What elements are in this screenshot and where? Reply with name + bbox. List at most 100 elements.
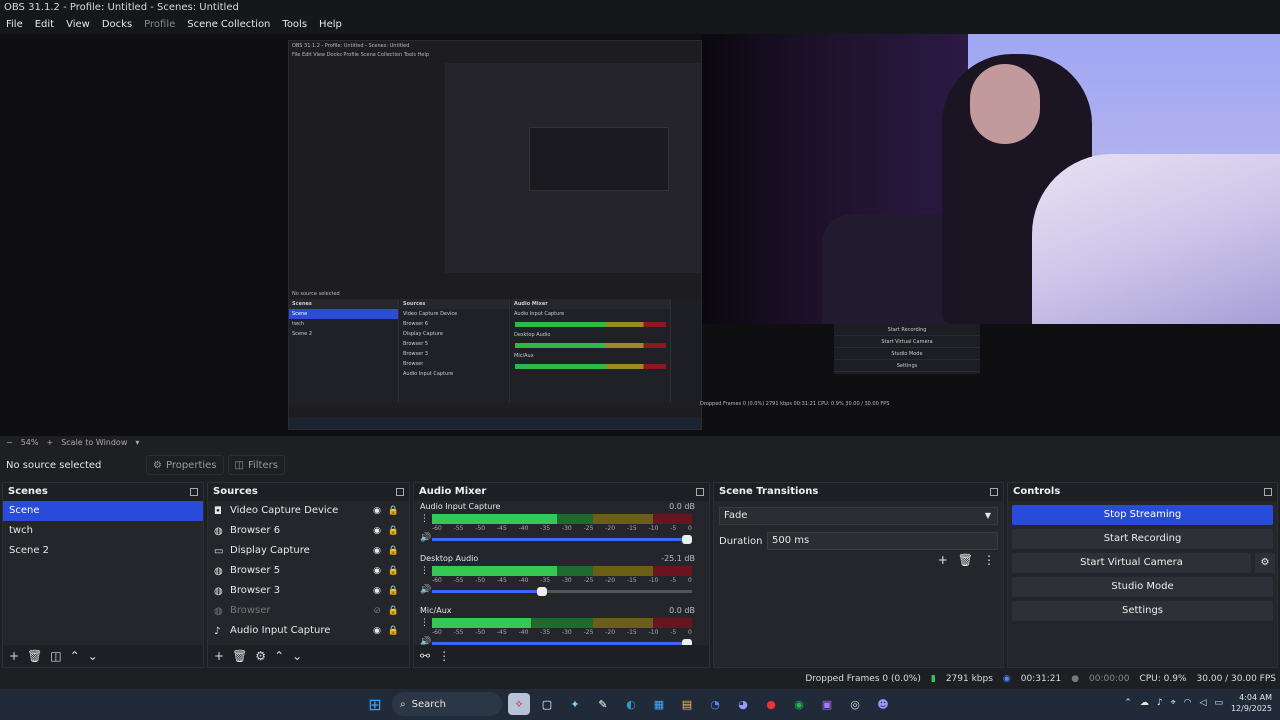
- source-item[interactable]: ♪ Audio Input Capture ◉ 🔒: [208, 621, 409, 641]
- start-recording-button[interactable]: Start Recording: [1012, 529, 1273, 549]
- undock-icon[interactable]: [1264, 488, 1272, 496]
- app-icon[interactable]: ▣: [816, 693, 838, 715]
- speaker-icon[interactable]: 🔊: [420, 533, 431, 543]
- link-icon[interactable]: ⚯: [420, 649, 430, 663]
- move-down-icon[interactable]: ⌄: [88, 649, 98, 663]
- chevron-down-icon[interactable]: ▾: [135, 436, 139, 450]
- lock-icon[interactable]: 🔒: [388, 566, 399, 576]
- menu-scene-collection[interactable]: Scene Collection: [181, 16, 276, 34]
- source-item[interactable]: ◍ Browser 3 ◉ 🔒: [208, 581, 409, 601]
- task-view-icon[interactable]: ▢: [536, 693, 558, 715]
- source-item[interactable]: ◍ Browser ⊘ 🔒: [208, 601, 409, 621]
- move-down-icon[interactable]: ⌄: [292, 649, 302, 663]
- lock-icon[interactable]: 🔒: [388, 526, 399, 536]
- move-up-icon[interactable]: ⌃: [274, 649, 284, 663]
- start-virtual-camera-button[interactable]: Start Virtual Camera ⚙: [1012, 553, 1275, 573]
- eye-icon[interactable]: ◉: [373, 626, 381, 636]
- scene-item[interactable]: Scene 2: [3, 541, 203, 561]
- slider-handle[interactable]: [537, 587, 547, 596]
- eye-icon[interactable]: ◉: [373, 546, 381, 556]
- menu-profile[interactable]: Profile: [138, 16, 181, 34]
- windows-start-icon[interactable]: ⊞: [364, 693, 386, 715]
- source-item[interactable]: ◘ Video Capture Device ◉ 🔒: [208, 501, 409, 521]
- lock-icon[interactable]: 🔒: [388, 546, 399, 556]
- widgets-icon[interactable]: ⟡: [508, 693, 530, 715]
- menu-tools[interactable]: Tools: [276, 16, 313, 34]
- menu-edit[interactable]: Edit: [29, 16, 60, 34]
- filter-icon[interactable]: ◫: [50, 649, 61, 663]
- volume-slider[interactable]: [432, 587, 692, 596]
- copilot-icon[interactable]: ✦: [564, 693, 586, 715]
- speaker-icon[interactable]: 🔊: [420, 585, 431, 595]
- pen-icon[interactable]: ✎: [592, 693, 614, 715]
- transition-select[interactable]: Fade ▼: [719, 507, 998, 525]
- cloud-icon[interactable]: ☁: [1140, 698, 1149, 708]
- zoom-in-icon[interactable]: +: [46, 436, 53, 450]
- stop-streaming-button[interactable]: Stop Streaming: [1012, 505, 1273, 525]
- menu-file[interactable]: File: [0, 16, 29, 34]
- battery-icon[interactable]: ▭: [1214, 698, 1223, 708]
- lock-icon[interactable]: 🔒: [388, 626, 399, 636]
- settings-button[interactable]: Settings: [1012, 601, 1273, 621]
- trash-icon[interactable]: 🗑: [27, 649, 42, 663]
- source-item[interactable]: ◍ Browser 6 ◉ 🔒: [208, 521, 409, 541]
- kebab-icon[interactable]: ⋮: [438, 649, 450, 663]
- obs-icon[interactable]: ◎: [844, 693, 866, 715]
- game-icon[interactable]: ☻: [872, 693, 894, 715]
- lock-icon[interactable]: 🔒: [388, 506, 399, 516]
- zoom-mode[interactable]: Scale to Window: [61, 436, 127, 450]
- menu-docks[interactable]: Docks: [96, 16, 138, 34]
- mic-icon[interactable]: ♪: [1157, 698, 1163, 708]
- scene-item[interactable]: twch: [3, 521, 203, 541]
- add-icon[interactable]: +: [9, 649, 19, 663]
- properties-button[interactable]: ⚙ Properties: [146, 455, 224, 475]
- kebab-icon[interactable]: ⋮: [420, 618, 429, 628]
- studio-mode-button[interactable]: Studio Mode: [1012, 577, 1273, 597]
- folder-icon[interactable]: ▤: [676, 693, 698, 715]
- move-up-icon[interactable]: ⌃: [70, 649, 80, 663]
- menu-view[interactable]: View: [60, 16, 96, 34]
- trash-icon[interactable]: 🗑: [232, 649, 247, 663]
- edge-icon[interactable]: ◐: [620, 693, 642, 715]
- lock-icon[interactable]: 🔒: [388, 586, 399, 596]
- slider-handle[interactable]: [682, 535, 692, 544]
- wifi-icon[interactable]: ◠: [1184, 698, 1192, 708]
- trash-icon[interactable]: 🗑: [958, 553, 973, 567]
- store-icon[interactable]: ▦: [648, 693, 670, 715]
- eye-icon[interactable]: ◉: [373, 566, 381, 576]
- kebab-icon[interactable]: ⋮: [420, 566, 429, 576]
- source-item[interactable]: ◍ Browser 5 ◉ 🔒: [208, 561, 409, 581]
- lock-icon[interactable]: 🔒: [388, 606, 399, 616]
- eye-icon[interactable]: ◉: [373, 506, 381, 516]
- eye-icon[interactable]: ◉: [373, 586, 381, 596]
- spotify-icon[interactable]: ◉: [788, 693, 810, 715]
- add-icon[interactable]: +: [938, 553, 948, 567]
- location-icon[interactable]: ⌖: [1171, 698, 1176, 708]
- undock-icon[interactable]: [396, 488, 404, 496]
- volume-slider[interactable]: [432, 535, 692, 544]
- clock[interactable]: 4:04 AM 12/9/2025: [1231, 692, 1272, 714]
- messenger-icon[interactable]: ◔: [704, 693, 726, 715]
- zoom-out-icon[interactable]: −: [6, 436, 13, 450]
- undock-icon[interactable]: [696, 488, 704, 496]
- add-icon[interactable]: +: [214, 649, 224, 663]
- recorder-icon[interactable]: ●: [760, 693, 782, 715]
- gear-icon[interactable]: ⚙: [255, 649, 266, 663]
- preview-canvas[interactable]: OBS 31.1.2 - Profile: Untitled - Scenes:…: [0, 34, 1280, 436]
- kebab-icon[interactable]: ⋮: [983, 553, 995, 567]
- taskbar-search[interactable]: ⌕ Search: [392, 692, 502, 716]
- filters-button[interactable]: ◫ Filters: [227, 455, 285, 475]
- discord-icon[interactable]: ◕: [732, 693, 754, 715]
- scene-item[interactable]: Scene: [3, 501, 203, 521]
- kebab-icon[interactable]: ⋮: [420, 514, 429, 524]
- volume-icon[interactable]: ◁: [1200, 698, 1207, 708]
- undock-icon[interactable]: [990, 488, 998, 496]
- duration-input[interactable]: 500 ms: [767, 532, 998, 550]
- gear-icon[interactable]: ⚙: [1255, 553, 1275, 573]
- eye-icon[interactable]: ◉: [373, 526, 381, 536]
- menu-help[interactable]: Help: [313, 16, 348, 34]
- eye-hidden-icon[interactable]: ⊘: [373, 606, 381, 616]
- undock-icon[interactable]: [190, 488, 198, 496]
- source-item[interactable]: ▭ Display Capture ◉ 🔒: [208, 541, 409, 561]
- chevron-up-icon[interactable]: ⌃: [1124, 698, 1132, 708]
